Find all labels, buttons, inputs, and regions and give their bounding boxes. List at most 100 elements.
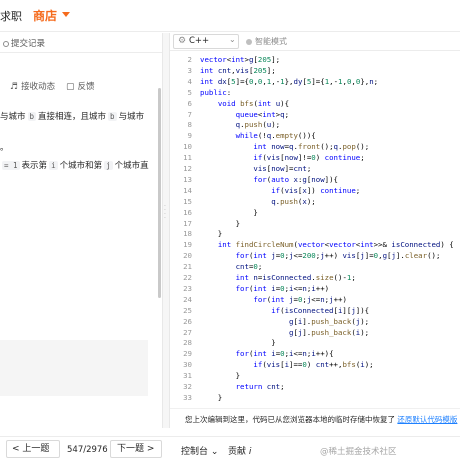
line-number: 27	[183, 327, 192, 337]
code-editor[interactable]: 2 vector<int>g[205]; 3 int cnt,vis[205]; 4 in…	[170, 51, 460, 408]
top-navbar: 求职 商店	[0, 0, 460, 32]
code-line[interactable]: 24 for(int j=0;j<=n;j++)	[170, 294, 460, 305]
code-line[interactable]: 29 for(int i=0;i<=n;i++){	[170, 348, 460, 359]
clock-icon	[3, 40, 9, 47]
code-line[interactable]: 10 int now=q.front();q.pop();	[170, 141, 460, 152]
smart-mode-toggle[interactable]: 智能模式	[246, 36, 287, 47]
code-line[interactable]: 28 }	[170, 337, 460, 348]
inline-code: b	[108, 112, 117, 121]
line-number: 18	[183, 229, 192, 239]
line-number: 8	[187, 120, 192, 130]
code-text: int dx[5]={0,0,1,-1},dy[5]={1,-1,0,0},n;	[200, 76, 379, 86]
code-text: vis[now]=cnt;	[253, 164, 312, 173]
toggle-dot-icon	[246, 38, 252, 45]
feedback-button[interactable]: ▢ 反馈	[66, 80, 95, 92]
line-number: 14	[183, 185, 192, 195]
settings-icon: ⚙	[178, 36, 187, 46]
bell-icon: ♬	[10, 82, 19, 92]
description-scrollbar[interactable]	[158, 88, 161, 298]
code-line[interactable]: 5 public:	[170, 87, 460, 98]
pane-resize-handle[interactable]	[162, 33, 170, 428]
line-number: 17	[183, 218, 192, 228]
code-line[interactable]: 7 queue<int>q;	[170, 109, 460, 120]
code-line[interactable]: 25 if(isConnected[i][j]){	[170, 305, 460, 316]
code-line[interactable]: 20 for(int j=0;j<=200;j++) vis[j]=0,g[j]…	[170, 250, 460, 261]
editor-footer: 控制台 ⌄ 贡献 i @稀土掘金技术社区	[170, 436, 460, 460]
line-number: 15	[183, 196, 192, 206]
code-line[interactable]: 33 }	[170, 392, 460, 403]
question-pagination: < 上一题 547/2976 下一题 >	[0, 436, 170, 460]
code-line[interactable]: 3 int cnt,vis[205];	[170, 65, 460, 76]
code-line[interactable]: 30 if(vis[i]==0) cnt++,bfs(i);	[170, 359, 460, 370]
inline-code: b	[27, 112, 37, 121]
restore-template-link[interactable]: 还原默认代码模版	[397, 415, 457, 424]
code-line[interactable]: 6 void bfs(int u){	[170, 98, 460, 109]
language-value: C++	[189, 36, 210, 46]
line-number: 29	[183, 349, 192, 359]
info-icon: i	[248, 447, 252, 457]
code-line[interactable]: 12 vis[now]=cnt;	[170, 163, 460, 174]
line-number: 31	[183, 371, 192, 381]
chevron-down-icon: ⌄	[210, 447, 219, 457]
code-line[interactable]: 16 }	[170, 207, 460, 218]
code-line[interactable]: 27 g[j].push_back(i);	[170, 327, 460, 338]
code-line[interactable]: 17 }	[170, 218, 460, 229]
code-line[interactable]: 8 q.push(u);	[170, 119, 460, 130]
line-number: 7	[187, 109, 192, 119]
code-text: if(isConnected[i][j]){	[271, 305, 370, 315]
nav-job-link[interactable]: 求职	[0, 8, 22, 24]
code-line[interactable]: 2 vector<int>g[205];	[170, 54, 460, 65]
code-line[interactable]: 26 g[i].push_back(j);	[170, 316, 460, 327]
desc-text: 与城市	[0, 112, 26, 122]
code-line[interactable]: 14 if(vis[x]) continue;	[170, 185, 460, 196]
code-text: public:	[200, 87, 232, 97]
code-text: int findCircleNum(vector<vector<int>>& i…	[217, 240, 454, 250]
editor-toolbar: ⚙ C++ ⌄ 智能模式	[170, 33, 460, 51]
example-block	[0, 340, 148, 396]
console-toggle[interactable]: 控制台 ⌄	[181, 444, 218, 457]
chevron-right-icon: >	[146, 444, 155, 454]
inline-code: j	[104, 161, 113, 170]
line-number: 2	[187, 55, 192, 64]
code-text: }	[200, 338, 276, 348]
description-tabs: 提交记录	[0, 33, 162, 53]
code-text: int now=q.front();q.pop();	[253, 142, 370, 152]
desc-text: 直接相连，且城市	[38, 112, 107, 122]
problem-description-pane: 提交记录 ♬ 接收动态 ▢ 反馈 与城市 b 直接相连，且城市 b 与城市 。 = 1 表示第…	[0, 33, 162, 428]
prev-question-button[interactable]: < 上一题	[6, 440, 60, 458]
code-line[interactable]: 15 q.push(x);	[170, 196, 460, 207]
line-number: 21	[183, 262, 192, 272]
code-text: int n=isConnected.size()-1;	[235, 273, 356, 282]
code-text: for(auto x:g[now]){	[253, 174, 339, 184]
line-number: 5	[187, 87, 192, 97]
code-line[interactable]: 18 }	[170, 228, 460, 239]
next-question-button[interactable]: 下一题 >	[110, 440, 162, 458]
code-line[interactable]: 31 }	[170, 370, 460, 381]
nav-store-link[interactable]: 商店	[33, 7, 57, 24]
store-dropdown-caret-icon[interactable]	[62, 12, 70, 17]
chevron-left-icon: <	[12, 444, 20, 454]
code-line[interactable]: 4 int dx[5]={0,0,1,-1},dy[5]={1,-1,0,0},n…	[170, 76, 460, 87]
draft-notice-text: 您上次编辑到这里，代码已从您浏览器本地的临时存储中恢复了 还原默认代码模版	[185, 414, 457, 425]
code-line[interactable]: 19 int findCircleNum(vector<vector<int>>…	[170, 239, 460, 250]
line-number: 24	[183, 294, 192, 304]
code-text: }	[200, 229, 223, 239]
follow-button[interactable]: ♬ 接收动态	[10, 80, 55, 92]
contribute-button[interactable]: 贡献 i	[228, 444, 251, 457]
code-line[interactable]: 22 int n=isConnected.size()-1;	[170, 272, 460, 283]
code-text: for(int j=0;j<=200;j++) vis[j]=0,g[j].cl…	[235, 251, 441, 261]
problem-actions: ♬ 接收动态 ▢ 反馈	[0, 77, 162, 93]
code-text: q.push(x);	[271, 196, 316, 206]
code-text: g[i].push_back(j);	[289, 316, 370, 326]
submit-record-tab[interactable]: 提交记录	[3, 37, 45, 49]
code-line[interactable]: 13 for(auto x:g[now]){	[170, 174, 460, 185]
code-text: }	[200, 371, 241, 381]
code-line[interactable]: 32 return cnt;	[170, 381, 460, 392]
code-line[interactable]: 21 cnt=0;	[170, 261, 460, 272]
code-line[interactable]: 9 while(!q.empty()){	[170, 130, 460, 141]
draft-message: 您上次编辑到这里，代码已从您浏览器本地的临时存储中恢复了	[185, 415, 395, 424]
line-number: 22	[183, 273, 192, 282]
language-select[interactable]: ⚙ C++ ⌄	[173, 34, 239, 49]
code-line[interactable]: 11 if(vis[now]!=0) continue;	[170, 152, 460, 163]
code-line[interactable]: 23 for(int i=0;i<=n;i++)	[170, 283, 460, 294]
